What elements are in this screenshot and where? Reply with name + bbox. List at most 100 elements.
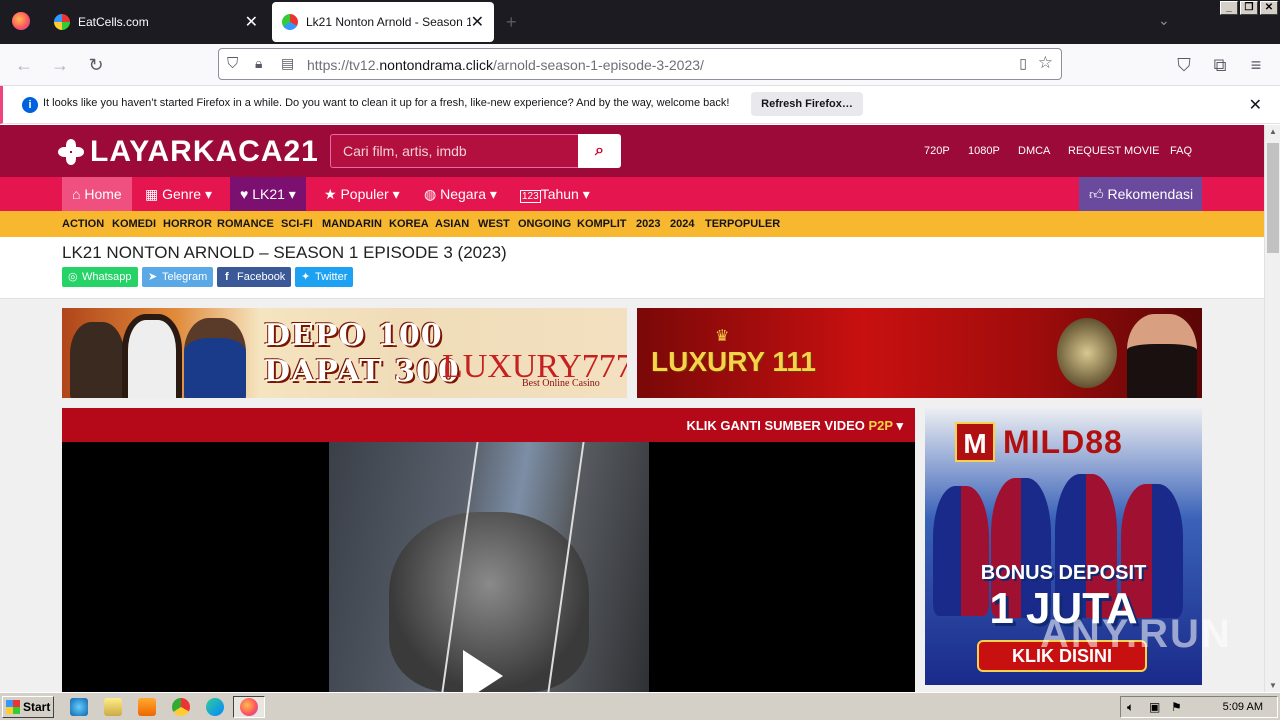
start-button[interactable]: Start (2, 696, 54, 718)
permissions-icon[interactable]: ▤ (281, 55, 294, 72)
share-label: Whatsapp (82, 271, 132, 283)
genre-link[interactable]: ACTION (62, 218, 104, 230)
system-tray: 🔈︎ ▣ ⚑ 5:09 AM (1120, 696, 1278, 718)
logo-text: LAYARKACA21 (90, 135, 319, 168)
genre-link[interactable]: MANDARIN (322, 218, 382, 230)
network-icon[interactable]: ▣ (1149, 700, 1160, 714)
taskbar: Start 🔈︎ ▣ ⚑ 5:09 AM (0, 692, 1280, 720)
bookmark-star-icon[interactable]: ☆ (1038, 53, 1053, 73)
back-icon[interactable]: ← (14, 55, 34, 75)
link-request-movie[interactable]: REQUEST MOVIE (1068, 145, 1159, 157)
source-value: P2P (868, 418, 893, 433)
extensions-icon[interactable]: ⧉ (1210, 55, 1230, 75)
url-bar[interactable]: ⛉ 🔒︎ ▤ https://tv12.nontondrama.click/ar… (218, 48, 1062, 80)
screen: { "browser": { "tabs": [ {"label": "EatC… (0, 0, 1280, 720)
scrollbar-thumb[interactable] (1267, 143, 1279, 253)
scroll-up-icon[interactable]: ▲ (1269, 127, 1277, 136)
forward-icon[interactable]: → (50, 55, 70, 75)
share-twitter-button[interactable]: ✦ Twitter (295, 267, 354, 287)
link-720p[interactable]: 720P (924, 145, 950, 157)
banner-line2: DAPAT 300 (264, 354, 460, 389)
scroll-down-icon[interactable]: ▼ (1269, 681, 1277, 690)
link-1080p[interactable]: 1080P (968, 145, 1000, 157)
hamburger-menu-icon[interactable]: ≡ (1246, 55, 1266, 75)
caret-down-icon: ▾ (288, 186, 296, 202)
menu-negara[interactable]: ◍ Negara ▾ (414, 177, 507, 211)
close-tab-icon[interactable]: ✕ (245, 12, 258, 32)
restore-icon[interactable]: ❐ (1240, 1, 1258, 15)
close-tab-icon[interactable]: ✕ (471, 12, 484, 32)
menu-genre[interactable]: ▦ Genre ▾ (135, 177, 222, 211)
pocket-icon[interactable]: ⛉ (1174, 55, 1194, 75)
lock-icon[interactable]: 🔒︎ (255, 55, 262, 72)
genre-link[interactable]: 2024 (670, 218, 694, 230)
genre-link[interactable]: KOMPLIT (577, 218, 627, 230)
clock: 5:09 AM (1222, 701, 1263, 713)
ad-banner-luxury111[interactable]: ♛ LUXURY 111 (637, 308, 1202, 398)
new-tab-icon[interactable]: + (506, 12, 517, 33)
genre-link[interactable]: ROMANCE (217, 218, 274, 230)
genre-bar: ACTION KOMEDI HORROR ROMANCE SCI-FI MAND… (0, 211, 1264, 237)
taskbar-firefox-button[interactable] (233, 696, 265, 718)
firefox-icon (240, 698, 258, 716)
video-source-bar: KLIK GANTI SUMBER VIDEO P2P ▾ (62, 408, 915, 442)
volume-icon[interactable]: 🔈︎ (1127, 700, 1134, 715)
minimize-icon[interactable]: _ (1220, 1, 1238, 15)
explorer-icon[interactable] (104, 698, 122, 716)
reload-icon[interactable]: ↻ (86, 55, 106, 75)
ad-banner-luxury777[interactable]: DEPO 100 DAPAT 300 LUXURY777 Best Online… (62, 308, 627, 398)
share-telegram-button[interactable]: ➤ Telegram (142, 267, 214, 287)
ie-icon[interactable] (70, 698, 88, 716)
list-all-tabs-icon[interactable]: ⌄ (1158, 12, 1170, 29)
share-facebook-button[interactable]: f Facebook (217, 267, 292, 287)
refresh-firefox-button[interactable]: Refresh Firefox… (751, 92, 863, 116)
genre-link[interactable]: 2023 (636, 218, 660, 230)
caret-down-icon: ▾ (896, 418, 903, 433)
menu-label: Genre (162, 186, 202, 202)
close-window-icon[interactable]: ✕ (1260, 1, 1278, 15)
share-whatsapp-button[interactable]: ◎ Whatsapp (62, 267, 138, 287)
page-scrollbar[interactable]: ▲ ▼ (1264, 125, 1280, 692)
site-logo[interactable]: LAYARKACA21 (58, 135, 319, 169)
genre-link[interactable]: HORROR (163, 218, 212, 230)
reader-view-icon[interactable]: ▯ (1019, 55, 1027, 72)
tab-eatcells[interactable]: EatCells.com ✕ (44, 2, 268, 42)
genre-link[interactable]: TERPOPULER (705, 218, 780, 230)
genre-link[interactable]: KOREA (389, 218, 429, 230)
menu-lk21[interactable]: ♥ LK21 ▾ (230, 177, 306, 211)
caret-down-icon: ▾ (204, 186, 212, 202)
tab-lk21[interactable]: Lk21 Nonton Arnold - Season 1 Ep ✕ (272, 2, 494, 42)
genre-link[interactable]: ONGOING (518, 218, 571, 230)
heart-icon: ♥ (240, 186, 249, 202)
chrome-icon[interactable] (172, 698, 190, 716)
search-input[interactable]: Cari film, artis, imdb (330, 134, 580, 168)
sidead-logo: M (955, 422, 995, 462)
media-player-icon[interactable] (138, 698, 156, 716)
video-player[interactable] (62, 442, 915, 692)
menu-tahun[interactable]: 123 Tahun ▾ (510, 177, 600, 211)
genre-link[interactable]: WEST (478, 218, 510, 230)
shield-icon[interactable]: ⛉ (227, 55, 238, 72)
link-dmca[interactable]: DMCA (1018, 145, 1050, 157)
flag-icon[interactable]: ⚑ (1171, 700, 1182, 714)
banner-subtitle: Best Online Casino (522, 378, 600, 389)
globe-icon: ◍ (424, 186, 437, 202)
firefox-menu-icon[interactable] (12, 12, 30, 30)
anyrun-watermark: ANY.RUN (1040, 612, 1232, 656)
home-icon: ⌂ (72, 186, 81, 202)
genre-link[interactable]: KOMEDI (112, 218, 156, 230)
tab-label: Lk21 Nonton Arnold - Season 1 Ep (306, 15, 471, 29)
menu-home[interactable]: ⌂ Home (62, 177, 132, 211)
play-icon[interactable] (463, 650, 503, 692)
banner-brand: LUXURY 111 (651, 346, 816, 377)
logo-flower-icon (58, 139, 84, 165)
change-source-dropdown[interactable]: KLIK GANTI SUMBER VIDEO P2P ▾ (686, 418, 903, 434)
genre-link[interactable]: ASIAN (435, 218, 469, 230)
close-notification-icon[interactable]: ✕ (1249, 95, 1262, 115)
edge-icon[interactable] (206, 698, 224, 716)
link-faq[interactable]: FAQ (1170, 145, 1192, 157)
search-button[interactable]: ⌕ (578, 134, 621, 168)
genre-link[interactable]: SCI-FI (281, 218, 313, 230)
menu-populer[interactable]: ★ Populer ▾ (314, 177, 410, 211)
menu-rekomendasi[interactable]: 👍︎ Rekomendasi (1079, 177, 1202, 211)
